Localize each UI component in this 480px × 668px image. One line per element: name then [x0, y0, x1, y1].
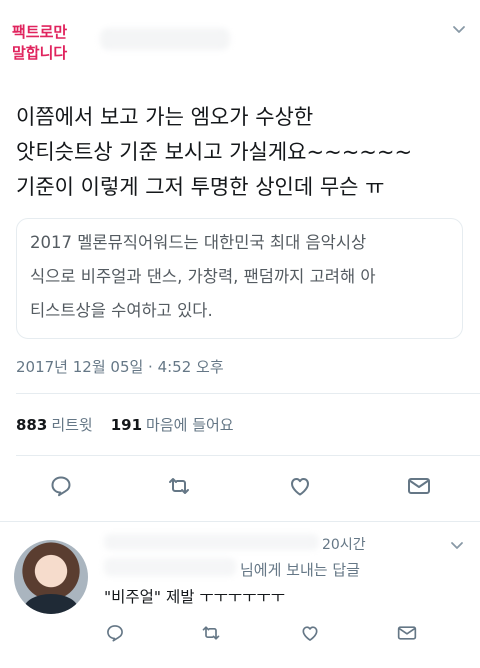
- quote-line: 티스트상을 수여하고 있다.: [30, 301, 213, 320]
- like-count[interactable]: 191: [111, 416, 142, 434]
- quoted-text-card[interactable]: 2017 멜론뮤직어워드는 대한민국 최대 음악시상 식으로 비주얼과 댄스, …: [16, 218, 463, 339]
- tweet-text-line: 기준이 이렇게 그저 투명한 상인데 무슨 ㅠ: [16, 175, 385, 199]
- tweet-text: 이쯤에서 보고 가는 엠오가 수상한 앗티슷트상 기준 보시고 가실게요~~~~…: [16, 100, 466, 205]
- reply-to-label: 님에게 보내는 답글: [240, 561, 360, 579]
- retweet-count[interactable]: 883: [16, 416, 47, 434]
- retweet-icon[interactable]: [164, 471, 194, 501]
- author-name[interactable]: 팩트로만 말합니다: [12, 22, 92, 64]
- quote-line: 2017 멜론뮤직어워드는 대한민국 최대 음악시상: [30, 233, 367, 252]
- reply-menu-chevron-icon[interactable]: [446, 534, 468, 556]
- reply-icon[interactable]: [102, 620, 128, 646]
- retweet-icon[interactable]: [198, 620, 224, 646]
- tweet-stats: 883 리트윗 191 마음에 들어요: [16, 414, 234, 435]
- like-label[interactable]: 마음에 들어요: [146, 416, 234, 434]
- reply-text: "비주얼" 제발 ㅜㅜㅜㅜㅜㅜ: [104, 588, 285, 606]
- blurred-reply-target: [104, 558, 236, 576]
- tweet-timestamp[interactable]: 2017년 12월 05일 · 4:52 오후: [16, 356, 224, 377]
- heart-icon[interactable]: [297, 620, 323, 646]
- main-tweet: 팩트로만 말합니다 이쯤에서 보고 가는 엠오가 수상한 앗티슷트상 기준 보시…: [0, 0, 480, 522]
- avatar[interactable]: [14, 540, 88, 614]
- quote-line: 식으로 비주얼과 댄스, 가창력, 팬덤까지 고려해 아: [30, 267, 376, 286]
- divider: [16, 455, 480, 456]
- blurred-handle: [100, 28, 230, 50]
- tweet-text-line: 이쯤에서 보고 가는 엠오가 수상한: [16, 105, 314, 129]
- message-icon[interactable]: [394, 620, 420, 646]
- divider: [16, 393, 480, 394]
- author-name-line1: 팩트로만: [12, 23, 68, 41]
- author-name-line2: 말합니다: [12, 44, 68, 62]
- retweet-label[interactable]: 리트윗: [51, 416, 92, 434]
- heart-icon[interactable]: [285, 471, 315, 501]
- reply-time: 20시간: [322, 537, 366, 553]
- tweet-menu-chevron-icon[interactable]: [448, 18, 470, 40]
- message-icon[interactable]: [404, 471, 434, 501]
- reply-tweet[interactable]: 20시간 님에게 보내는 답글 "비주얼" 제발 ㅜㅜㅜㅜㅜㅜ: [0, 522, 480, 668]
- tweet-text-line: 앗티슷트상 기준 보시고 가실게요~~~~~~: [16, 140, 413, 164]
- reply-icon[interactable]: [46, 471, 76, 501]
- blurred-reply-author: [104, 534, 319, 550]
